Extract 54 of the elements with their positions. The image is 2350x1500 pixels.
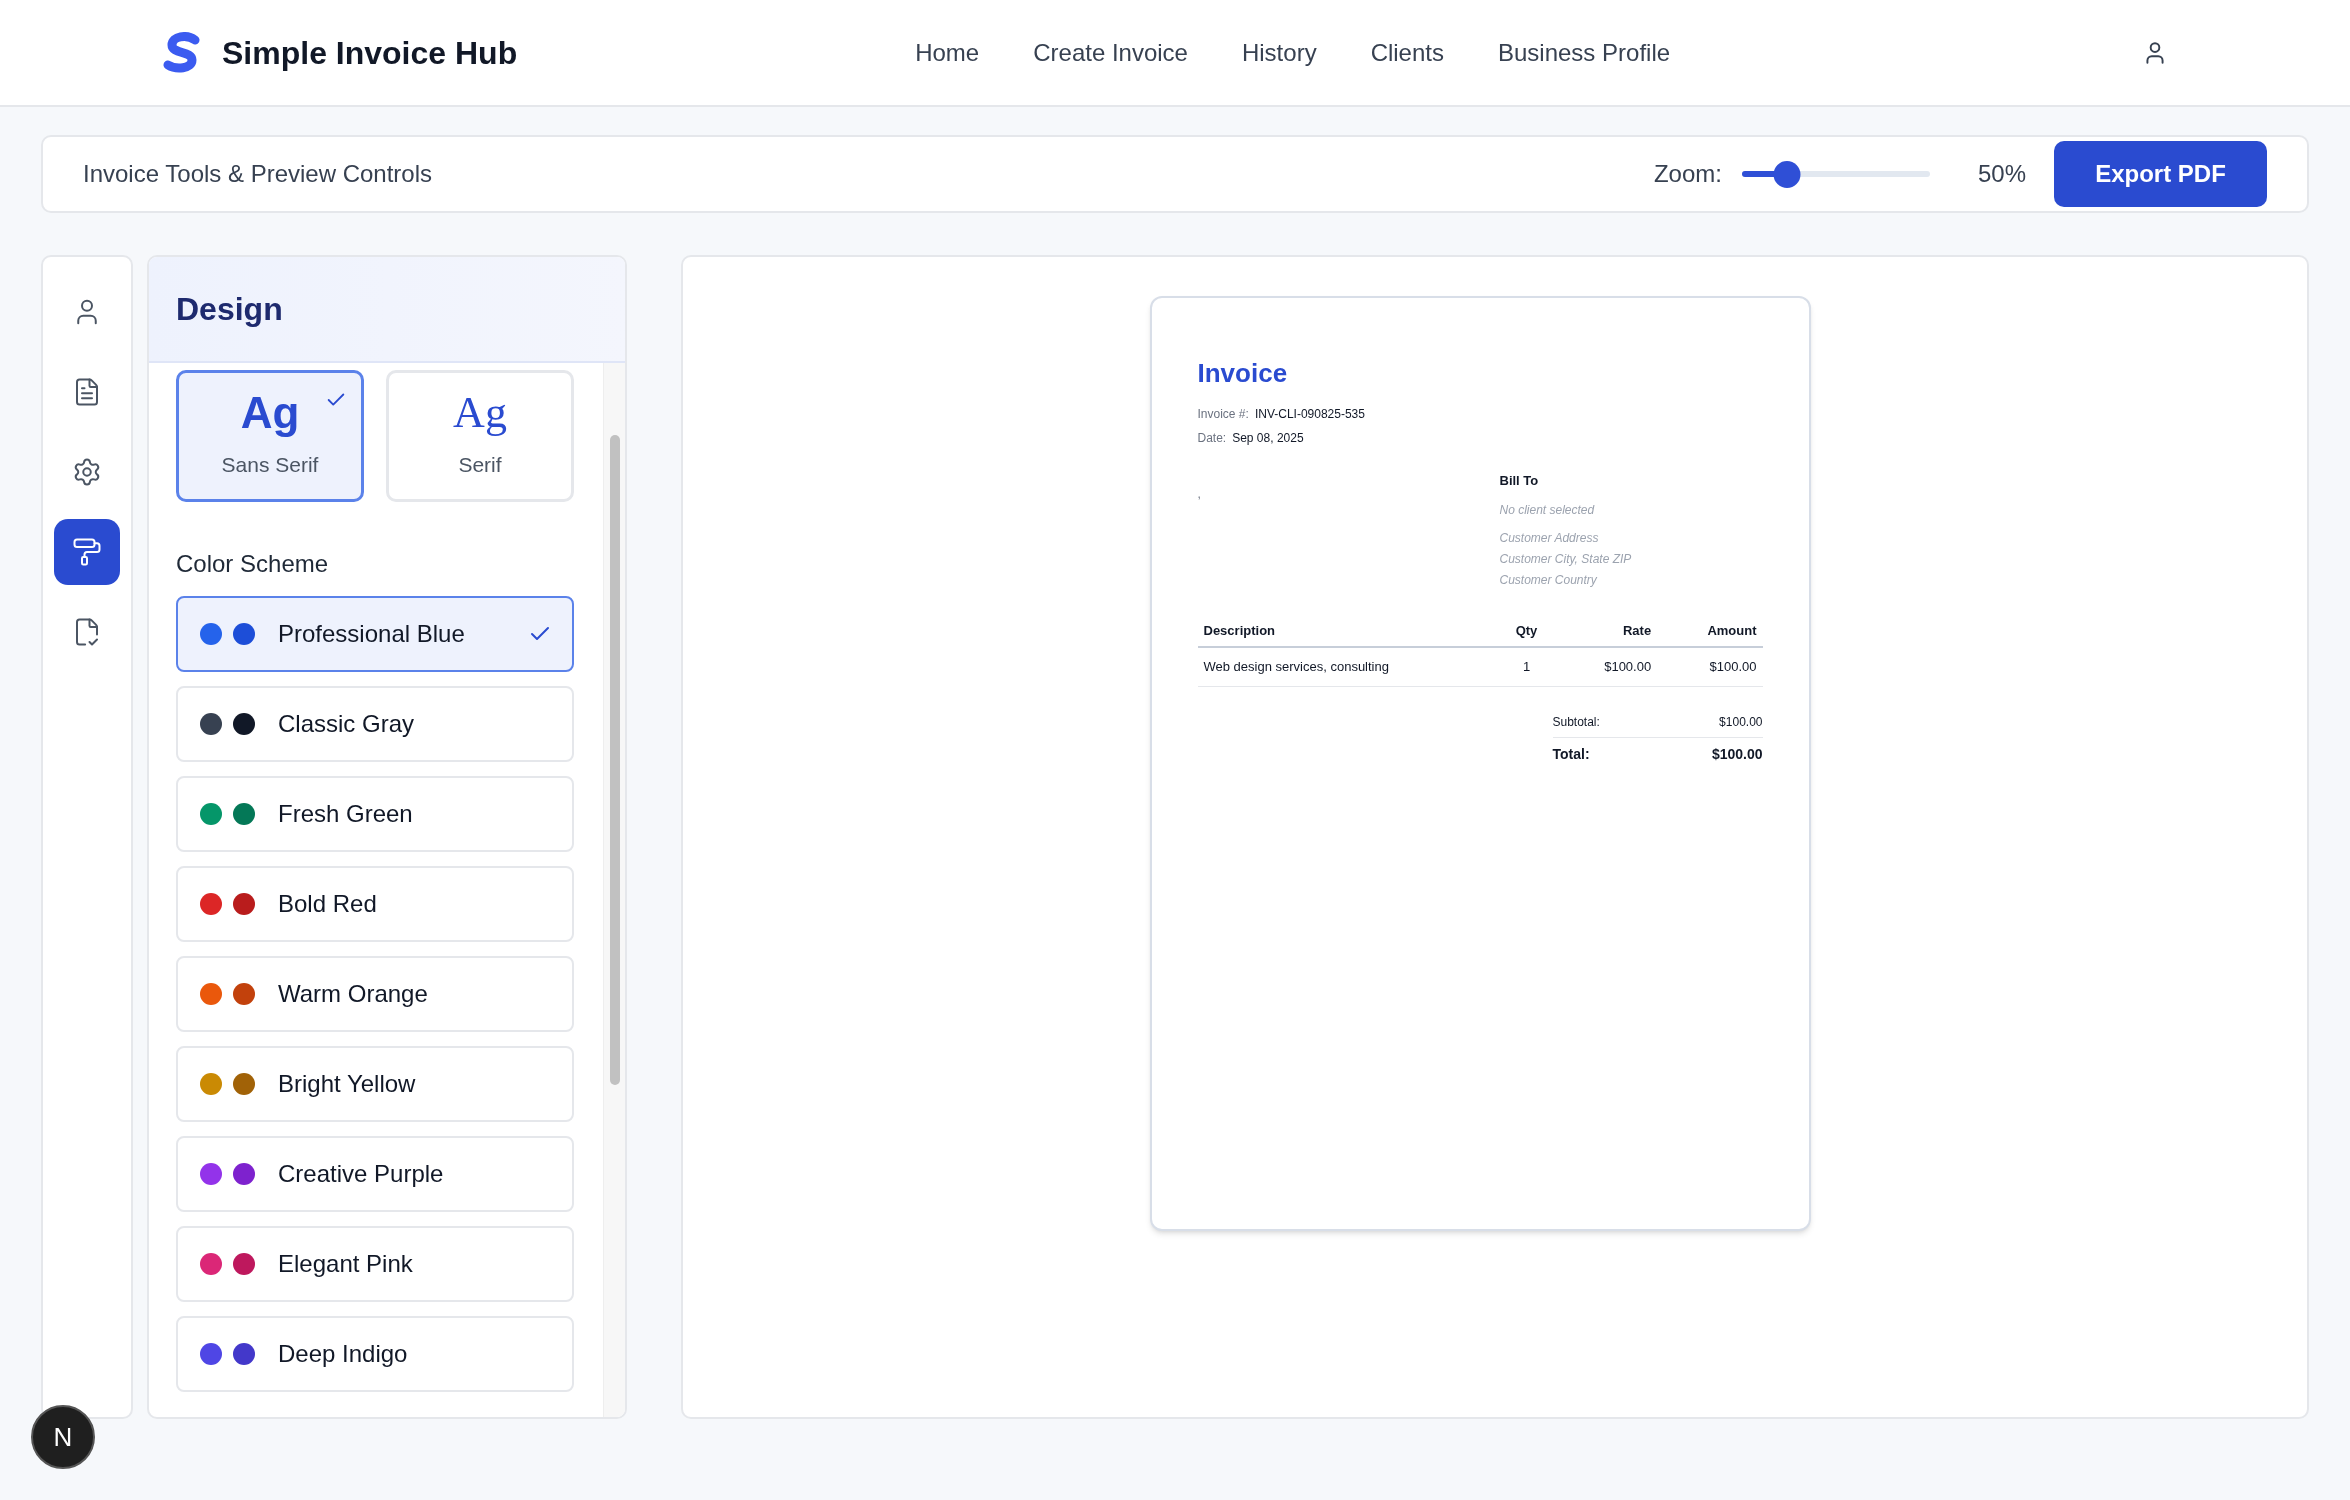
settings-icon xyxy=(72,457,102,487)
meta-label: Date: xyxy=(1197,430,1227,447)
address-line: Customer Country xyxy=(1499,571,1598,589)
address-line: Customer City, State ZIP xyxy=(1499,550,1632,568)
dev-badge-button[interactable]: N xyxy=(31,1405,95,1469)
nav-link[interactable]: Business Profile xyxy=(1498,34,1671,71)
color-scheme-option[interactable]: Creative Purple xyxy=(176,1136,574,1212)
rail-button[interactable] xyxy=(54,519,120,585)
address-line: Customer Address xyxy=(1499,529,1600,547)
nav-link[interactable]: History xyxy=(1241,34,1317,71)
color-scheme-option[interactable]: Bright Yellow xyxy=(176,1046,574,1122)
color-scheme-option[interactable]: Elegant Pink xyxy=(176,1226,574,1302)
logo-icon xyxy=(162,31,202,74)
color-scheme-option[interactable]: Professional Blue xyxy=(176,596,574,672)
table-cell: $100.00 xyxy=(1657,647,1763,686)
nav-link[interactable]: Home xyxy=(915,34,980,71)
meta-label: Invoice #: xyxy=(1197,406,1249,423)
section-label: Color Scheme xyxy=(176,549,330,579)
color-scheme-option[interactable]: Deep Indigo xyxy=(176,1316,574,1392)
table-cell: $100.00 xyxy=(1555,647,1658,686)
export-pdf-button[interactable]: Export PDF xyxy=(2054,141,2267,207)
column-header: Rate xyxy=(1555,614,1658,647)
font-option[interactable]: Ag Sans Serif xyxy=(176,370,364,502)
meta-value: INV-CLI-090825-535 xyxy=(1254,406,1365,423)
zoom-reading: 50% xyxy=(1977,159,2026,189)
column-header: Description xyxy=(1197,614,1498,647)
font-option[interactable]: Ag Serif xyxy=(386,370,574,502)
color-scheme-option[interactable]: Classic Gray xyxy=(176,686,574,762)
toolbar-title: Invoice Tools & Preview Controls xyxy=(83,159,433,189)
color-scheme-option[interactable]: Fresh Green xyxy=(176,776,574,852)
zoom-label: Zoom: xyxy=(1653,159,1722,189)
column-header: Qty xyxy=(1497,614,1556,647)
nav-link[interactable]: Clients xyxy=(1370,34,1444,71)
total-value: $100.00 xyxy=(1719,713,1763,731)
panel-title: Design xyxy=(176,290,283,329)
scrollbar[interactable] xyxy=(603,363,625,1417)
column-header: Amount xyxy=(1657,614,1763,647)
color-scheme-option[interactable]: Bold Red xyxy=(176,866,574,942)
meta-value: Sep 08, 2025 xyxy=(1232,430,1304,447)
total-label: Total: xyxy=(1552,744,1590,764)
bill-to-heading: Bill To xyxy=(1499,472,1540,490)
table-cell: Web design services, consulting xyxy=(1197,647,1498,686)
table-cell: 1 xyxy=(1497,647,1556,686)
total-value: $100.00 xyxy=(1711,744,1763,764)
total-label: Subtotal: xyxy=(1552,713,1600,731)
nav-link[interactable]: Create Invoice xyxy=(1033,34,1188,71)
slider-thumb[interactable] xyxy=(1773,160,1801,188)
color-scheme-option[interactable]: Warm Orange xyxy=(176,956,574,1032)
app-title: Simple Invoice Hub xyxy=(222,33,518,73)
paint-roller-icon xyxy=(72,537,102,567)
invoice-title: Invoice xyxy=(1197,357,1289,390)
sender-text: , xyxy=(1197,487,1201,501)
zoom-slider[interactable] xyxy=(1741,160,1930,188)
client-name: No client selected xyxy=(1499,501,1596,519)
